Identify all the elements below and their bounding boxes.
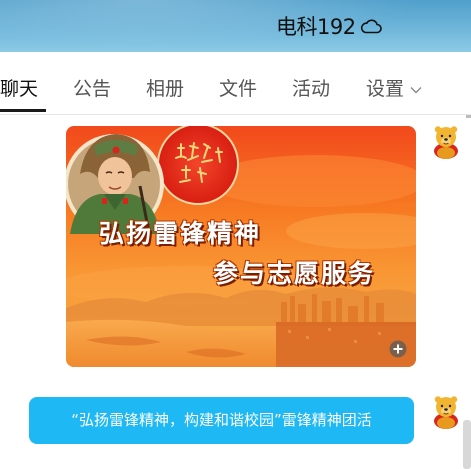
active-tab-indicator [0,109,46,112]
scrollbar-thumb[interactable] [463,420,471,469]
winnie-pooh-avatar[interactable] [429,124,463,160]
title-bar: 电科192 [0,0,471,52]
group-title: 电科192 [276,12,382,40]
text-message-bubble[interactable]: “弘扬雷锋精神，构建和谐校园”雷锋精神团活 [29,397,414,444]
tab-files[interactable]: 文件 [219,74,257,101]
tab-announcement[interactable]: 公告 [73,74,111,101]
tab-chat[interactable]: 聊天 [0,74,38,101]
tab-bar: 聊天 公告 相册 文件 活动 设置 [0,52,471,115]
tab-settings-label: 设置 [366,78,405,100]
cloud-icon[interactable] [360,18,382,34]
sender-avatar-picture [434,396,458,429]
tab-album[interactable]: 相册 [146,74,184,101]
winnie-pooh-avatar[interactable] [429,394,463,430]
zoom-in-icon[interactable] [388,339,408,359]
tab-settings[interactable]: 设置 [366,74,422,101]
tab-activities[interactable]: 活动 [292,74,330,101]
image-slogan-line-2: 参与志愿服务 [213,259,376,288]
chevron-down-icon [410,86,422,93]
image-slogan-line-1: 弘扬雷锋精神 [99,219,262,248]
chat-area[interactable]: 弘扬雷锋精神 参与志愿服务 “弘扬雷锋精神，构建和谐校园”雷锋精神团活 [0,115,471,469]
sender-avatar-picture [434,126,458,159]
group-name: 电科192 [276,15,356,39]
image-message[interactable]: 弘扬雷锋精神 参与志愿服务 [66,126,416,367]
title-bar-background [0,0,471,52]
scroll-edge-mark [466,115,471,118]
